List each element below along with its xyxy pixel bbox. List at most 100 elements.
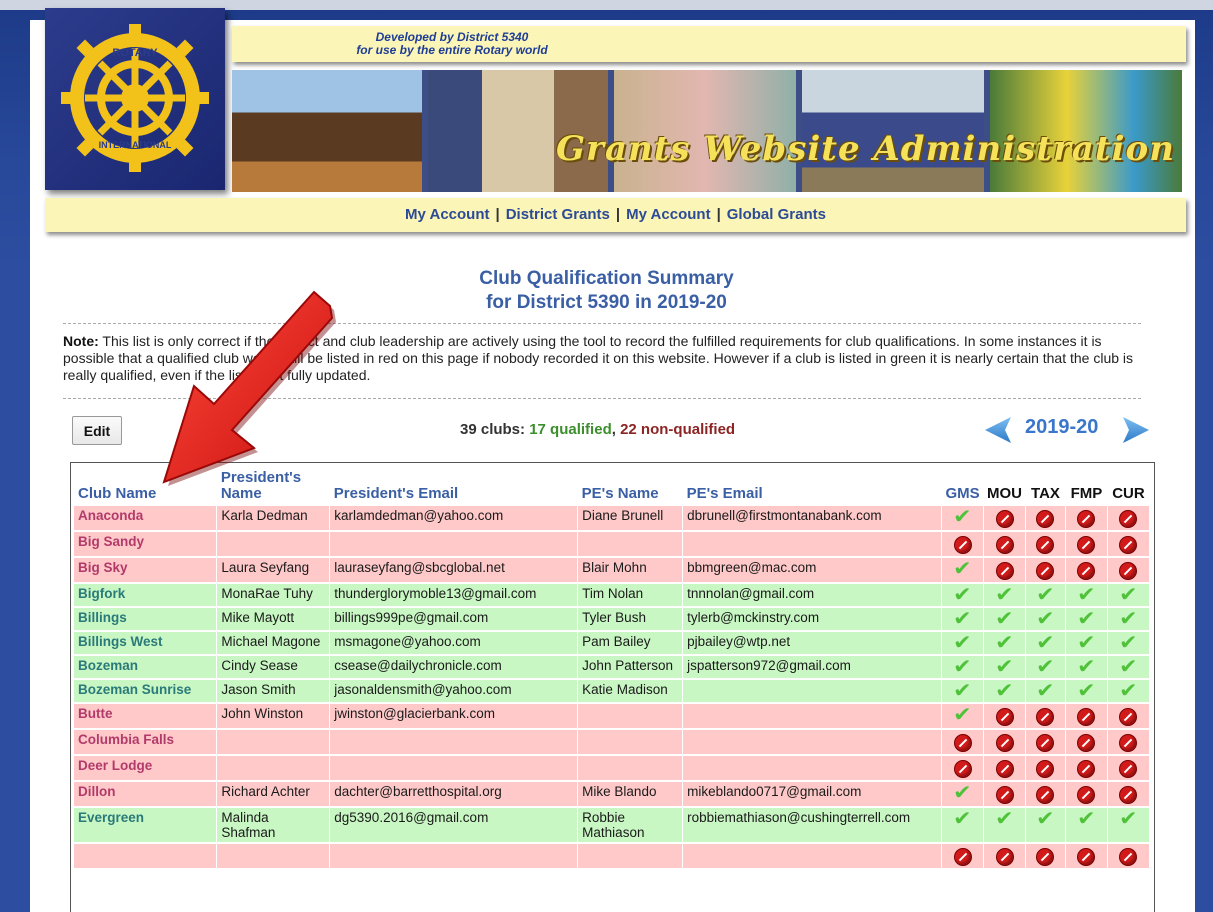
club-name-cell[interactable]: Butte [74,703,218,730]
president-name-cell [216,843,331,870]
status-gms-cell: ✔ [941,583,985,608]
club-name-cell[interactable]: Billings [74,607,218,632]
left-border [0,270,30,912]
table-row: Deer Lodge [74,755,1151,782]
club-name-cell[interactable]: Bozeman Sunrise [74,679,218,704]
status-tax-cell [1025,781,1066,808]
status-cur-cell [1107,557,1151,584]
club-name-cell[interactable] [74,843,218,870]
pe-name-cell [577,703,684,730]
next-year-arrow-icon[interactable] [1121,415,1151,445]
pe-name-cell [577,531,684,558]
pe-email-cell: tnnnolan@gmail.com [682,583,943,608]
club-name-cell[interactable]: Big Sandy [74,531,218,558]
club-name-cell[interactable]: Deer Lodge [74,755,218,782]
col-cur[interactable]: CUR [1107,468,1149,506]
status-tax-cell: ✔ [1025,583,1066,608]
status-tax-cell: ✔ [1025,807,1066,844]
nav-separator: | [495,206,500,223]
prohibited-icon [1119,786,1138,804]
checkmark-icon: ✔ [995,608,1014,630]
logo-text-top: ROTARY [112,47,158,59]
developed-by-line2: for use by the entire Rotary world [356,43,548,57]
club-rows: Anaconda Karla Dedman karlamdedman@yahoo.c… [74,506,1151,870]
col-tax[interactable]: TAX [1026,468,1066,506]
checkmark-icon: ✔ [1036,808,1055,830]
checkmark-icon: ✔ [1077,656,1096,678]
pe-name-cell: Mike Blando [577,781,684,808]
nav-my-account-2[interactable]: My Account [626,206,710,223]
previous-year-arrow-icon[interactable] [983,415,1013,445]
prohibited-icon [953,734,972,752]
col-pe-name[interactable]: PE's Name [578,468,683,506]
pe-name-cell: Pam Bailey [577,631,684,656]
pe-email-cell: robbiemathiason@cushingterrell.com [682,807,943,844]
checkmark-icon: ✔ [995,656,1014,678]
pe-name-cell: Tyler Bush [577,607,684,632]
checkmark-icon: ✔ [953,608,972,630]
nav-global-grants[interactable]: Global Grants [727,206,826,223]
president-email-cell [329,843,579,870]
president-name-cell [216,755,331,782]
prohibited-icon [995,734,1014,752]
club-name-cell[interactable]: Dillon [74,781,218,808]
prohibited-icon [995,708,1014,726]
col-president-email[interactable]: President's Email [330,468,578,506]
prohibited-icon [1077,536,1096,554]
prohibited-icon [995,536,1014,554]
banner-photo-1 [232,70,422,192]
status-gms-cell: ✔ [941,781,985,808]
president-name-cell: Malinda Shafman [216,807,331,844]
checkmark-icon: ✔ [1077,808,1096,830]
status-tax-cell: ✔ [1025,679,1066,704]
nav-separator: | [615,206,621,223]
rotary-logo[interactable]: ROTARY INTERNATIONAL [45,8,225,190]
status-mou-cell: ✔ [983,607,1026,632]
checkmark-icon: ✔ [1036,632,1055,654]
clubs-summary: 39 clubs: 17 qualified, 22 non-qualified [460,421,735,438]
status-fmp-cell [1065,557,1108,584]
prohibited-icon [1036,734,1055,752]
president-email-cell [329,755,579,782]
prohibited-icon [1077,760,1096,778]
table-row: Columbia Falls [74,729,1151,756]
col-mou[interactable]: MOU [984,468,1026,506]
pe-name-cell: Tim Nolan [577,583,684,608]
club-name-cell[interactable]: Bozeman [74,655,218,680]
pe-name-cell [577,729,684,756]
nav-district-grants[interactable]: District Grants [506,206,610,223]
pe-email-cell [682,843,943,870]
nav-my-account[interactable]: My Account [405,206,489,223]
status-gms-cell: ✔ [941,557,985,584]
status-cur-cell [1107,729,1151,756]
club-name-cell[interactable]: Bigfork [74,583,218,608]
col-fmp[interactable]: FMP [1065,468,1107,506]
club-name-cell[interactable]: Columbia Falls [74,729,218,756]
prohibited-icon [1119,536,1138,554]
status-mou-cell: ✔ [983,583,1026,608]
edit-button[interactable]: Edit [72,416,122,445]
club-name-cell[interactable]: Evergreen [74,807,218,844]
checkmark-icon: ✔ [1036,680,1055,702]
prohibited-icon [1119,510,1138,528]
pe-email-cell [682,729,943,756]
club-name-cell[interactable]: Anaconda [74,506,218,532]
status-fmp-cell [1065,531,1108,558]
prohibited-icon [1119,562,1138,580]
club-name-cell[interactable]: Billings West [74,631,218,656]
status-gms-cell [941,755,985,782]
col-gms[interactable]: GMS [942,468,984,506]
president-email-cell [329,531,579,558]
pe-email-cell: mikeblando0717@gmail.com [682,781,943,808]
pe-email-cell [682,679,943,704]
checkmark-icon: ✔ [1119,680,1138,702]
developed-by-line1: Developed by District 5340 [375,30,529,44]
club-name-cell[interactable]: Big Sky [74,557,218,584]
status-mou-cell [983,703,1026,730]
prohibited-icon [1036,708,1055,726]
status-mou-cell [983,755,1026,782]
col-pe-email[interactable]: PE's Email [683,468,942,506]
pe-email-cell: dbrunell@firstmontanabank.com [682,506,943,532]
status-cur-cell: ✔ [1107,655,1151,680]
status-mou-cell [983,781,1026,808]
